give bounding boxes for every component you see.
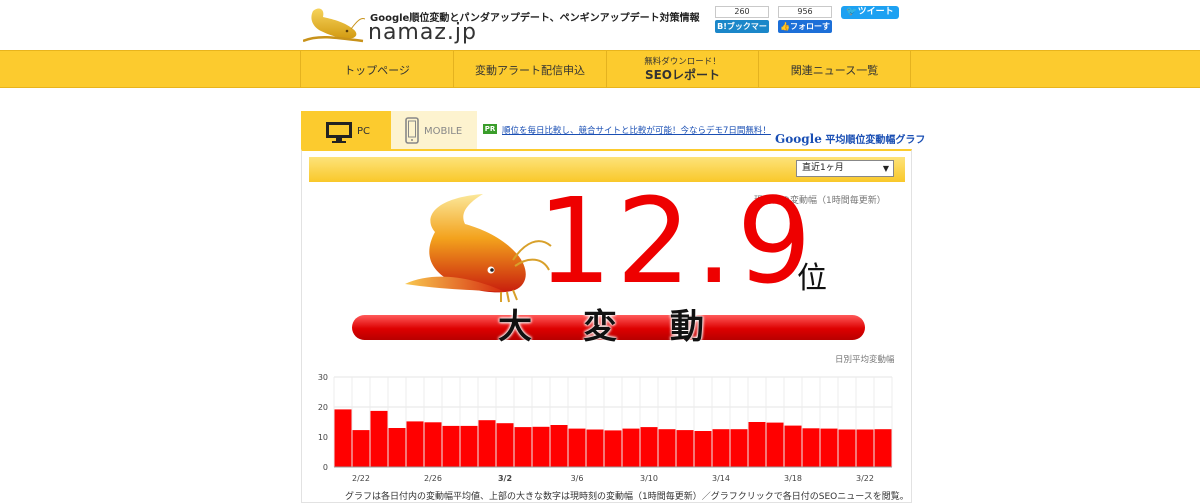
graph-title: Google 平均順位変動幅グラフ [775,131,925,146]
x-tick-label: 3/14 [712,474,730,483]
hatena-count: 260 [715,6,769,18]
chart-bar[interactable] [748,422,766,467]
chart-bar[interactable] [658,429,676,467]
chart-bar[interactable] [550,425,568,467]
nav-item-news[interactable]: 関連ニュース一覧 [758,51,911,88]
x-tick-label: 3/10 [640,474,658,483]
google-wordmark: Google [775,132,822,146]
nav-item-sublabel: 無料ダウンロード！ [644,57,721,67]
status-char: 大 [498,307,532,347]
current-variation-value: 12.9 [537,172,816,310]
y-tick-label: 0 [323,463,328,472]
smartphone-icon [405,117,419,144]
nav-item-label: SEOレポート [644,68,721,82]
tab-pc[interactable]: PC [301,111,391,149]
main-nav: トップページ 変動アラート配信申込 無料ダウンロード！ SEOレポート 関連ニュ… [0,50,1200,88]
chart-bar[interactable] [802,428,820,467]
y-tick-label: 10 [318,433,328,442]
chart-bar[interactable] [838,429,856,468]
chart-bar[interactable] [568,428,586,467]
tab-mobile[interactable]: MOBILE [391,111,477,149]
monitor-icon [326,122,352,143]
chart-bar[interactable] [766,422,784,467]
catfish-logo-icon[interactable] [303,5,365,45]
y-tick-label: 20 [318,403,328,412]
site-header: Google順位変動とパンダアップデート、ペンギンアップデート対策情報 nama… [0,0,1200,50]
follow-widget[interactable]: 956 👍フォローする [778,6,832,44]
chart-bar[interactable] [496,423,514,467]
chart-bar[interactable] [586,429,604,468]
tab-mobile-label: MOBILE [424,126,463,137]
chart-caption: グラフは各日付内の変動幅平均値、上部の大きな数字は現時刻の変動幅（1時間毎更新）… [345,492,909,502]
chart-bar[interactable] [604,430,622,467]
chart-bar[interactable] [514,427,532,467]
rank-unit: 位 [797,261,827,296]
chart-bar[interactable] [460,425,478,467]
chart-bar[interactable] [532,426,550,467]
follow-count: 956 [778,6,832,18]
catfish-mascot-icon [405,194,552,303]
x-tick-label: 2/26 [424,474,442,483]
chart-bar[interactable] [388,428,406,467]
x-tick-label: 3/2 [498,474,512,483]
chart-bar[interactable] [874,429,892,467]
nav-item-label: トップページ [344,63,410,77]
nav-item-top[interactable]: トップページ [300,51,453,88]
chart-bar[interactable] [406,421,424,467]
x-tick-label: 3/22 [856,474,874,483]
graph-title-text: 平均順位変動幅グラフ [825,135,926,146]
chart-bar[interactable] [334,409,352,467]
chart-bar[interactable] [478,420,496,467]
chart-bar[interactable] [352,430,370,467]
promo-link[interactable]: 順位を毎日比較し、競合サイトと比較が可能！今ならデモ7日間無料！ [502,124,771,136]
tab-pc-label: PC [357,126,371,137]
nav-item-label: 関連ニュース一覧 [790,63,879,77]
site-name[interactable]: namaz.jp [368,20,477,45]
x-tick-label: 3/6 [571,474,584,483]
pr-badge: PR [483,124,497,134]
nav-item-alert[interactable]: 変動アラート配信申込 [453,51,606,88]
status-char: 動 [670,307,704,347]
nav-item-seo-report[interactable]: 無料ダウンロード！ SEOレポート [606,51,758,88]
x-tick-label: 3/18 [784,474,802,483]
y-tick-label: 30 [318,373,328,382]
chevron-down-icon: ▼ [882,164,889,173]
hatena-bookmark-widget[interactable]: 260 B!ブックマーク [715,6,769,44]
chart-bar[interactable] [622,428,640,467]
tweet-label: ツイート [857,7,894,17]
twitter-bird-icon: 🐦 [846,7,858,17]
status-char: 変 [583,307,617,347]
follow-label: フォローする [789,22,830,44]
follow-button[interactable]: 👍フォローする [778,20,832,44]
daily-average-label: 日別平均変動幅 [835,355,895,365]
chart-bar[interactable] [640,427,658,467]
chart-bar[interactable] [442,425,460,467]
chart-bar[interactable] [424,422,442,467]
daily-variation-chart[interactable]: 0 10 20 30 2/22 2/26 3/2 3/6 3/10 3/14 3/18 3/22 [312,367,902,489]
chart-bar[interactable] [856,429,874,468]
nav-item-label: 変動アラート配信申込 [475,63,585,77]
x-tick-label: 2/22 [352,474,370,483]
chart-bar[interactable] [730,429,748,467]
chart-bar[interactable] [820,428,838,467]
chart-bar[interactable] [784,425,802,467]
chart-bar[interactable] [370,410,388,467]
chart-bar[interactable] [676,430,694,467]
hatena-bookmark-button[interactable]: B!ブックマーク [715,20,769,44]
chart-bar[interactable] [694,431,712,467]
thumbs-up-icon: 👍 [780,22,790,31]
tweet-button[interactable]: 🐦ツイート [841,6,899,19]
chart-bar[interactable] [712,429,730,467]
